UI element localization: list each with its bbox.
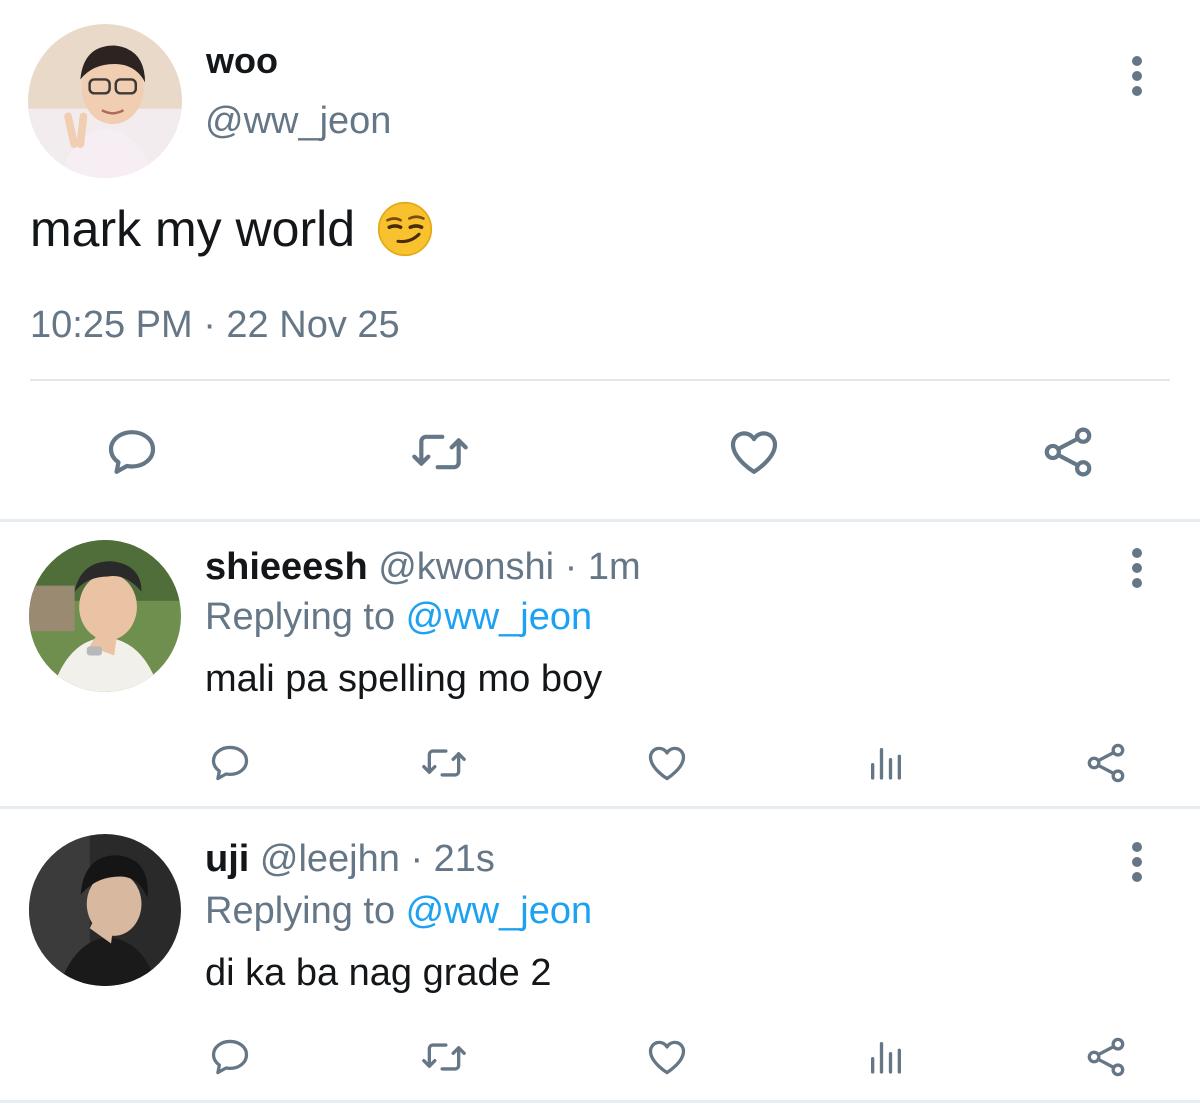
reply-author-name[interactable]: uji (205, 838, 249, 880)
replying-to-label: Replying to (205, 890, 406, 932)
reply-icon[interactable] (100, 420, 164, 484)
reply-author-name[interactable]: shieeesh (205, 546, 368, 588)
like-icon[interactable] (722, 420, 786, 484)
reply-icon[interactable] (206, 738, 254, 788)
reply-age: · 21s (410, 838, 495, 880)
share-icon[interactable] (1036, 420, 1100, 484)
reply-avatar[interactable] (29, 540, 181, 692)
tweet-text-row: mark my world (30, 200, 433, 258)
replying-to: Replying to @ww_jeon (205, 890, 592, 933)
replying-to-mention[interactable]: @ww_jeon (406, 890, 592, 932)
tweet-text: mark my world (30, 201, 356, 257)
reply-item[interactable]: shieeesh @kwonshi · 1m Replying to @ww_j… (0, 522, 1200, 812)
share-icon[interactable] (1082, 1032, 1130, 1082)
divider (0, 806, 1200, 809)
like-icon[interactable] (642, 1032, 692, 1082)
reply-item[interactable]: uji @leejhn · 21s Replying to @ww_jeon d… (0, 810, 1200, 1100)
reply-author-handle[interactable]: @kwonshi (378, 546, 554, 588)
replying-to-mention[interactable]: @ww_jeon (406, 596, 592, 638)
author-avatar[interactable] (28, 24, 182, 178)
replying-to-label: Replying to (205, 596, 406, 638)
analytics-icon[interactable] (864, 1032, 908, 1082)
reply-icon[interactable] (206, 1032, 254, 1082)
author-name[interactable]: woo (206, 40, 278, 82)
replying-to: Replying to @ww_jeon (205, 596, 592, 639)
tweet-timestamp[interactable]: 10:25 PM · 22 Nov 25 (30, 304, 400, 347)
reply-age: · 1m (564, 546, 641, 588)
reply-text: mali pa spelling mo boy (205, 658, 603, 700)
analytics-icon[interactable] (864, 738, 908, 788)
more-options-icon[interactable] (1130, 842, 1144, 887)
more-options-icon[interactable] (1130, 56, 1144, 101)
retweet-icon[interactable] (405, 420, 475, 484)
smirking-face-emoji-icon (377, 201, 433, 257)
like-icon[interactable] (642, 738, 692, 788)
main-tweet: woo @ww_jeon mark my world 10:25 PM · 22… (0, 0, 1200, 520)
author-handle[interactable]: @ww_jeon (205, 100, 391, 143)
reply-text: di ka ba nag grade 2 (205, 952, 552, 994)
divider (30, 379, 1170, 381)
reply-header: shieeesh @kwonshi · 1m (205, 546, 641, 589)
retweet-icon[interactable] (416, 738, 472, 788)
share-icon[interactable] (1082, 738, 1130, 788)
reply-author-handle[interactable]: @leejhn (260, 838, 400, 880)
reply-avatar[interactable] (29, 834, 181, 986)
reply-header: uji @leejhn · 21s (205, 838, 495, 881)
retweet-icon[interactable] (416, 1032, 472, 1082)
more-options-icon[interactable] (1130, 548, 1144, 593)
divider (0, 1100, 1200, 1103)
